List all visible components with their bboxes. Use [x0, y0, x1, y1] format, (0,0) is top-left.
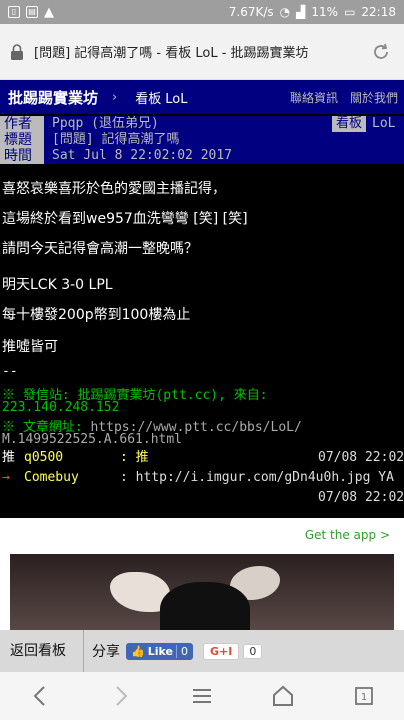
signature-separator: -- [2, 364, 18, 379]
push-time: 07/08 22:02 [318, 490, 404, 505]
push-text: : 推 [120, 450, 149, 465]
like-count: 0 [175, 644, 188, 658]
article-url-link-cont[interactable]: M.1499522525.A.661.html [2, 432, 182, 447]
body-line: 明天LCK 3-0 LPL [2, 277, 113, 293]
breadcrumb-separator: › [112, 89, 118, 105]
lock-icon [10, 43, 24, 60]
time-tag: 時間 [0, 148, 44, 164]
status-left: ▯ ▤ ▲ [8, 5, 54, 20]
forward-icon[interactable] [101, 676, 141, 716]
body-line: 每十樓發200p幣到100樓為止 [2, 307, 191, 323]
share-label: 分享 [92, 644, 120, 660]
title-value: [問題] 記得高潮了嗎 [44, 132, 404, 148]
battery-icon: ▭ [344, 5, 356, 19]
meta-author-row: 作者 Ppqp (退伍弟兄) 看板 LoL [0, 116, 404, 132]
board-label: LoL [165, 91, 188, 107]
body-line: 這場終於看到we957血洗彎彎 [笑] [笑] [2, 211, 248, 227]
author-value: Ppqp (退伍弟兄) [44, 116, 332, 132]
home-icon[interactable] [263, 676, 303, 716]
google-plus-button[interactable]: G+I [202, 642, 240, 660]
like-label: Like [147, 644, 173, 658]
board-link[interactable]: 看板 LoL [131, 88, 187, 107]
board-prefix: 看板 [135, 91, 162, 107]
facebook-like-button[interactable]: 👍 Like 0 [126, 642, 193, 660]
board-value: LoL [366, 116, 404, 132]
get-app-link[interactable]: Get the app > [305, 528, 390, 542]
push-user: Comebuy [24, 470, 79, 485]
push-tag: 推 [2, 450, 16, 465]
url-title[interactable]: [問題] 記得高潮了嗎 - 看板 LoL - 批踢踢實業坊 [34, 42, 360, 61]
time-value: Sat Jul 8 22:02:02 2017 [44, 148, 404, 164]
network-speed: 7.67K/s [228, 5, 274, 19]
body-line: 請問今天記得會高潮一整晚嗎？ [2, 241, 198, 257]
clock: 22:18 [361, 5, 396, 19]
signal-icon: ▟ [296, 5, 306, 19]
ad-zone: Get the app > [0, 518, 404, 634]
push-row: → Comebuy : http://i.imgur.com/gDn4u0h.j… [0, 468, 404, 488]
header-links: 聯絡資訊 關於我們 [290, 89, 404, 106]
back-icon[interactable] [20, 676, 60, 716]
status-right: 7.67K/s ◔ ▟ 11% ▭ 22:18 [229, 5, 396, 19]
site-logo-link[interactable]: 批踢踢實業坊 [8, 87, 98, 108]
push-user: q0500 [24, 450, 64, 465]
body-line: 推噓皆可 [2, 339, 58, 355]
push-time: 07/08 22:02 [318, 450, 404, 465]
reload-icon[interactable] [368, 39, 394, 65]
contact-link[interactable]: 聯絡資訊 [290, 89, 338, 106]
google-plus-count: 0 [243, 643, 263, 659]
svg-text:1: 1 [360, 692, 366, 703]
status-bar: ▯ ▤ ▲ 7.67K/s ◔ ▟ 11% ▭ 22:18 [0, 0, 404, 24]
sd-card-icon: ▤ [26, 6, 38, 18]
navigation-bar: 1 [0, 672, 404, 720]
notification-icon: ▯ [8, 6, 20, 18]
ad-shape [160, 582, 250, 634]
body-line: 喜怒哀樂喜形於色的愛國主播記得， [2, 181, 226, 197]
ad-image[interactable] [10, 554, 394, 634]
post-ip: 223.140.248.152 [2, 400, 120, 415]
title-tag: 標題 [0, 132, 44, 148]
share-bar: 返回看板 分享 👍 Like 0 G+I 0 [0, 630, 404, 672]
battery-level: 11% [311, 5, 339, 19]
push-time-row: 07/08 22:02 [0, 488, 404, 508]
browser-url-bar[interactable]: [問題] 記得高潮了嗎 - 看板 LoL - 批踢踢實業坊 [0, 24, 404, 80]
meta-time-row: 時間 Sat Jul 8 22:02:02 2017 [0, 148, 404, 164]
menu-icon[interactable] [182, 676, 222, 716]
warning-icon: ▲ [44, 4, 54, 20]
board-tag: 看板 [331, 116, 366, 132]
back-to-board-button[interactable]: 返回看板 [0, 630, 84, 672]
push-text[interactable]: : http://i.imgur.com/gDn4u0h.jpg YA [120, 468, 394, 488]
meta-title-row: 標題 [問題] 記得高潮了嗎 [0, 132, 404, 148]
thumbs-up-icon: 👍 [131, 644, 145, 658]
wifi-icon: ◔ [279, 5, 291, 19]
about-link[interactable]: 關於我們 [350, 89, 398, 106]
push-tag: → [2, 470, 10, 485]
push-row: 推 q0500 : 推 07/08 22:02 [0, 448, 404, 468]
ptt-header: 批踢踢實業坊 › 看板 LoL 聯絡資訊 關於我們 [0, 80, 404, 114]
tabs-icon[interactable]: 1 [344, 676, 384, 716]
article-meta: 作者 Ppqp (退伍弟兄) 看板 LoL 標題 [問題] 記得高潮了嗎 時間 … [0, 116, 404, 164]
author-tag: 作者 [0, 116, 44, 132]
